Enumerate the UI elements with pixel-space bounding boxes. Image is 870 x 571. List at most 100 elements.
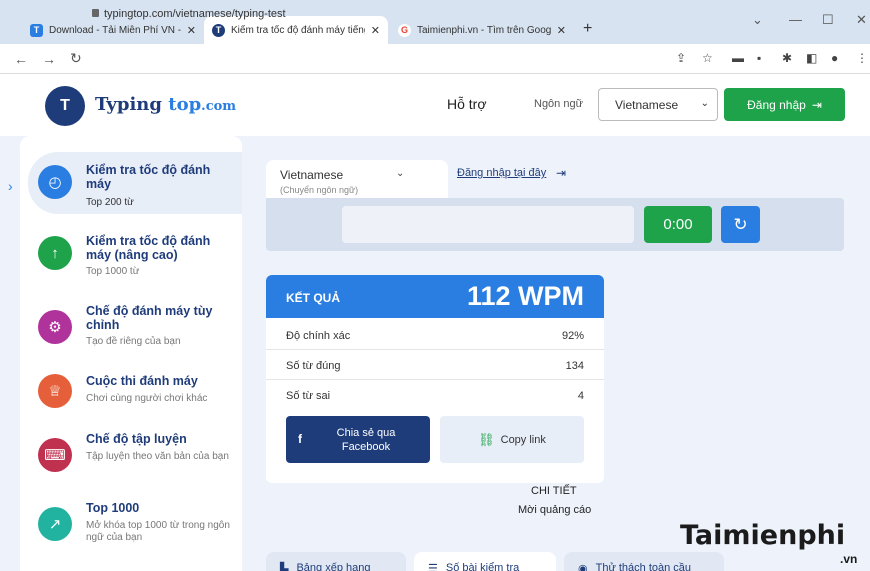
- logo-tld: .com: [201, 99, 237, 114]
- taimienphi-favicon-icon: T: [30, 23, 43, 37]
- logo-top: top: [168, 94, 202, 115]
- link-icon: ⛓: [478, 431, 495, 447]
- list-icon: ☰: [428, 563, 438, 571]
- maximize-icon[interactable]: ☐: [822, 12, 834, 28]
- login-label: Đăng nhập: [747, 97, 806, 112]
- result-row-value: 134: [565, 360, 584, 372]
- ranking-icon: ▙: [280, 563, 289, 571]
- bookmark-star-icon[interactable]: ☆: [702, 51, 713, 65]
- sidebar-item-subtitle: Tạo đề riêng của bạn: [86, 336, 181, 347]
- restart-icon[interactable]: ↻: [721, 206, 760, 243]
- login-button[interactable]: Đăng nhập ⇥: [724, 88, 845, 121]
- chevron-down-icon: ⌄: [700, 98, 709, 109]
- typingtop-favicon-icon: T: [212, 23, 225, 37]
- chart-icon: ↗: [38, 507, 72, 541]
- watermark: Taimienphi: [680, 520, 846, 551]
- logo-name: Typing: [95, 94, 162, 115]
- trophy-icon: ♕: [38, 374, 72, 408]
- close-icon[interactable]: ✕: [371, 24, 380, 37]
- detail-link[interactable]: CHI TIẾT: [531, 485, 577, 497]
- profile-icon[interactable]: ●: [831, 51, 838, 65]
- browser-tab-google[interactable]: G Taimienphi.vn - Tìm trên Google ✕: [390, 16, 574, 44]
- new-tab-button[interactable]: +: [583, 20, 592, 38]
- chevron-down-icon: ⌄: [396, 168, 405, 179]
- login-here-link[interactable]: Đăng nhập tại đây: [457, 167, 546, 179]
- typingtop-logo-icon[interactable]: T: [45, 86, 85, 126]
- tab-label: Thử thách toàn cầu: [595, 562, 692, 571]
- wpm-value: 112 WPM: [466, 281, 584, 311]
- result-row-wrong-words: Số từ sai 4: [266, 380, 604, 410]
- window-close-icon[interactable]: ✕: [856, 12, 867, 28]
- forward-icon[interactable]: →: [42, 51, 56, 67]
- sidebar-item-title: Kiểm tra tốc độ đánh máy: [86, 163, 211, 191]
- keyboard-icon: ⌨: [38, 438, 72, 472]
- test-language-selector[interactable]: Vietnamese ⌄ (Chuyển ngôn ngữ): [266, 160, 448, 200]
- typing-input[interactable]: [342, 206, 634, 243]
- tab-search-icon[interactable]: ⌄: [752, 12, 763, 28]
- browser-tab-typingtop[interactable]: T Kiểm tra tốc độ đánh máy tiếng V ✕: [204, 16, 388, 44]
- share-icon[interactable]: ⇪: [676, 51, 686, 65]
- tab-label: Bảng xếp hạng: [296, 562, 371, 571]
- url-field[interactable]: typingtop.com/vietnamese/typing-test: [104, 8, 286, 20]
- reload-icon[interactable]: ↻: [70, 50, 82, 67]
- clock-icon: ◴: [38, 165, 72, 199]
- tab-global-challenge[interactable]: ◉ Thử thách toàn cầu: [564, 552, 724, 571]
- sidebar-item-title: Top 1000: [86, 501, 140, 515]
- close-icon[interactable]: ✕: [187, 24, 196, 37]
- site-header: T Typing top.com Hỗ trợ Ngôn ngữ Vietnam…: [0, 74, 870, 136]
- result-row-value: 4: [577, 390, 584, 402]
- lock-icon: [92, 9, 99, 17]
- ads-link[interactable]: Mời quảng cáo: [518, 504, 591, 516]
- sidepanel-icon[interactable]: ◧: [806, 51, 817, 65]
- sidebar-item-subtitle: Mở khóa top 1000 từ trong ngôn ngữ của b…: [86, 520, 230, 543]
- puzzle-icon[interactable]: ✱: [782, 51, 792, 65]
- test-language-value: Vietnamese: [280, 168, 344, 182]
- minimize-icon[interactable]: —: [789, 12, 802, 27]
- result-row-label: Số từ đúng: [286, 360, 341, 372]
- result-heading: KẾT QUẢ: [286, 291, 340, 305]
- extension-icon[interactable]: ▬: [732, 51, 744, 65]
- test-language-hint: (Chuyển ngôn ngữ): [280, 185, 359, 195]
- site-logo[interactable]: Typing top.com: [95, 94, 236, 115]
- sidebar-item-title: Kiểm tra tốc độ đánh máy (nâng cao): [86, 234, 211, 262]
- facebook-icon: f: [298, 432, 302, 446]
- help-link[interactable]: Hỗ trợ: [447, 96, 487, 112]
- tab-ranking[interactable]: ▙ Bảng xếp hạng: [266, 552, 406, 571]
- share-facebook-label: Chia sẻ qua Facebook: [336, 427, 396, 453]
- extension-icon[interactable]: ▪: [757, 51, 761, 65]
- timer-display: 0:00: [644, 206, 712, 243]
- result-row-label: Độ chính xác: [286, 330, 351, 342]
- sidebar-item-subtitle: Chơi cùng người chơi khác: [86, 393, 208, 404]
- result-header: KẾT QUẢ 112 WPM: [266, 275, 604, 318]
- language-value: Vietnamese: [615, 98, 679, 112]
- globe-icon: ◉: [578, 563, 588, 571]
- menu-icon[interactable]: ⋮: [856, 51, 868, 65]
- copy-link-label: Copy link: [500, 433, 546, 446]
- result-row-accuracy: Độ chính xác 92%: [266, 320, 604, 350]
- copy-link-button[interactable]: ⛓ Copy link: [440, 416, 584, 463]
- language-label: Ngôn ngữ: [534, 98, 583, 110]
- tab-test-count[interactable]: ☰ Số bài kiểm tra: [414, 552, 556, 571]
- close-icon[interactable]: ✕: [557, 24, 566, 37]
- chevron-right-icon[interactable]: ›: [8, 178, 13, 194]
- browser-tab-title: Kiểm tra tốc độ đánh máy tiếng V: [231, 24, 365, 36]
- google-favicon-icon: G: [398, 23, 411, 37]
- sidebar-item-subtitle: Top 1000 từ: [86, 266, 140, 277]
- language-select[interactable]: Vietnamese ⌄: [598, 88, 718, 121]
- browser-tab-strip: T Download - Tải Miễn Phí VN - Pl ✕ T Ki…: [0, 0, 870, 44]
- login-arrow-icon: ⇥: [811, 97, 822, 112]
- result-row-value: 92%: [561, 330, 584, 342]
- result-card: KẾT QUẢ 112 WPM Độ chính xác 92% Số từ đ…: [266, 275, 604, 483]
- share-facebook-button[interactable]: f Chia sẻ qua Facebook: [286, 416, 430, 463]
- browser-tab-title: Taimienphi.vn - Tìm trên Google: [417, 24, 551, 36]
- result-row-label: Số từ sai: [286, 390, 331, 402]
- sidebar-item-title: Cuộc thi đánh máy: [86, 374, 198, 388]
- arrow-up-icon: ↑: [38, 236, 72, 270]
- sidebar-item-title: Chế độ tập luyện: [86, 432, 187, 446]
- sidebar-item-title: Chế độ đánh máy tùy chỉnh: [86, 304, 213, 332]
- login-arrow-icon: ⇥: [556, 166, 567, 180]
- browser-tab-download[interactable]: T Download - Tải Miễn Phí VN - Pl ✕: [22, 16, 204, 44]
- result-row-correct-words: Số từ đúng 134: [266, 350, 604, 380]
- back-icon[interactable]: ←: [14, 51, 28, 67]
- gear-icon: ⚙: [38, 310, 72, 344]
